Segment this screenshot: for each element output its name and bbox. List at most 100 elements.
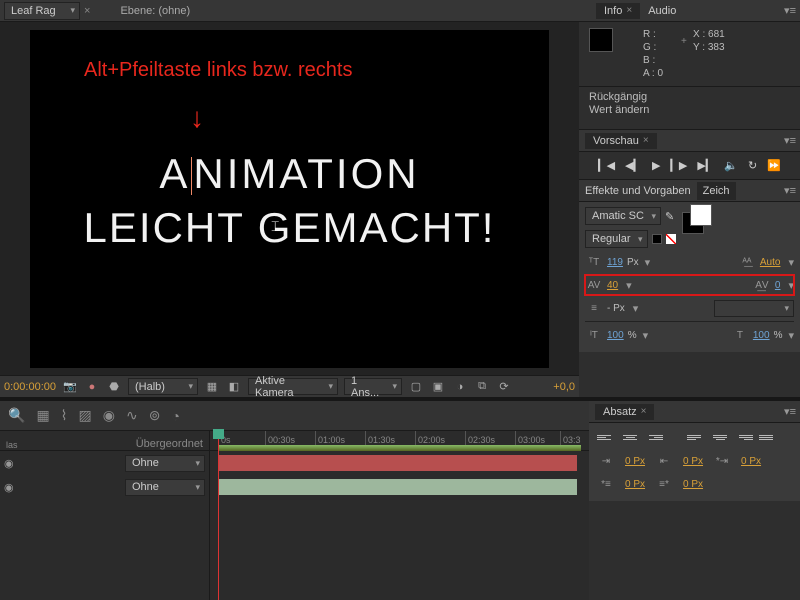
playhead[interactable] <box>218 431 219 600</box>
panel-menu-icon[interactable]: ▾≡ <box>780 4 796 16</box>
tracking-value[interactable]: 0 <box>775 280 781 291</box>
tab-effects-presets[interactable]: Effekte und Vorgaben <box>579 182 697 200</box>
ram-preview-icon[interactable]: ⏩ <box>767 159 781 172</box>
next-frame-icon[interactable]: ▎▶ <box>670 159 687 172</box>
leading-value[interactable]: Auto <box>760 257 781 268</box>
panel-menu-icon[interactable]: ▾≡ <box>780 184 796 196</box>
visibility-icon[interactable]: ◉ <box>4 457 16 470</box>
justify-left-icon[interactable] <box>687 429 705 445</box>
font-family-dropdown[interactable]: Amatic SC <box>585 207 661 225</box>
indent-right-icon: ⇤ <box>655 456 673 467</box>
camera-dropdown[interactable]: Aktive Kamera <box>248 378 338 395</box>
play-icon[interactable]: ▶ <box>652 159 660 172</box>
layer-bar[interactable] <box>218 455 577 471</box>
tl-frameblend-icon[interactable]: ▨ <box>79 407 92 424</box>
tab-close-icon[interactable]: × <box>84 5 90 17</box>
panel-menu-icon[interactable]: ▾≡ <box>780 134 796 146</box>
toggle-1-icon[interactable]: ▢ <box>408 379 424 395</box>
toggle-3-icon[interactable]: ◑ <box>452 379 468 395</box>
space-after-value[interactable]: 0 Px <box>683 479 703 490</box>
info-r: R : <box>643 28 663 41</box>
size-dropdown-icon[interactable]: ▾ <box>645 256 651 269</box>
tab-info[interactable]: Info× <box>596 3 640 19</box>
space-before-value[interactable]: 0 Px <box>625 479 645 490</box>
font-style-dropdown[interactable]: Regular <box>585 230 648 248</box>
color-swatches[interactable] <box>678 204 714 236</box>
panel-menu-icon[interactable]: ▾≡ <box>780 405 796 417</box>
stage-line-1: AANIMATIONNIMATION <box>30 150 549 198</box>
annotation-text: Alt+Pfeiltaste links bzw. rechts <box>84 59 352 82</box>
kerning-dropdown-icon[interactable]: ▾ <box>626 279 632 292</box>
tab-character[interactable]: Zeich <box>697 182 736 200</box>
indent-right-value[interactable]: 0 Px <box>683 456 703 467</box>
tracking-dropdown-icon[interactable]: ▾ <box>788 279 794 292</box>
magnification-dropdown[interactable]: (Halb) <box>128 378 198 395</box>
stage-text-layer[interactable]: AANIMATIONNIMATION LEICHT GEMACHT! <box>30 150 549 252</box>
comp-tab-dropdown[interactable]: Leaf Rag <box>4 2 80 20</box>
justify-center-icon[interactable] <box>711 429 729 445</box>
align-center-icon[interactable] <box>621 429 639 445</box>
visibility-icon[interactable]: ◉ <box>4 481 16 494</box>
tl-autokey-icon[interactable]: ◔ <box>171 408 179 424</box>
kerning-value[interactable]: 40 <box>607 280 618 291</box>
layer-none-label: Ebene: (ohne) <box>120 5 190 17</box>
tl-search-icon[interactable]: 🔍 <box>8 407 25 424</box>
timeline-layer-row[interactable]: ◉ Ohne <box>0 451 209 475</box>
crosshair-icon: + <box>681 35 687 48</box>
tl-shy-icon[interactable]: ⌇ <box>61 407 68 424</box>
current-timecode[interactable]: 0:00:00:00 <box>4 381 56 393</box>
grid-icon[interactable]: ▦ <box>204 379 220 395</box>
stroke-dropdown-icon[interactable]: ▾ <box>633 302 639 315</box>
layer-bar[interactable] <box>218 479 577 495</box>
toggle-2-icon[interactable]: ▣ <box>430 379 446 395</box>
first-frame-icon[interactable]: ▎◀ <box>598 159 615 172</box>
loop-icon[interactable]: ↻ <box>748 159 757 172</box>
indent-left-value[interactable]: 0 Px <box>625 456 645 467</box>
audio-icon[interactable]: 🔈 <box>724 159 738 172</box>
composition-stage[interactable]: Alt+Pfeiltaste links bzw. rechts ↓ AANIM… <box>30 30 549 368</box>
tl-graph-icon[interactable]: ∿ <box>126 407 138 424</box>
close-icon[interactable]: × <box>626 5 632 16</box>
mini-swatch-none[interactable] <box>666 234 676 244</box>
timeline-layer-row[interactable]: ◉ Ohne <box>0 475 209 499</box>
tab-preview[interactable]: Vorschau× <box>585 133 657 149</box>
justify-right-icon[interactable] <box>735 429 753 445</box>
mask-toggle-icon[interactable]: ◧ <box>226 379 242 395</box>
exposure-value[interactable]: +0,0 <box>553 381 575 393</box>
tab-paragraph[interactable]: Absatz× <box>595 404 654 420</box>
align-left-icon[interactable] <box>597 429 615 445</box>
views-dropdown[interactable]: 1 Ans... <box>344 378 402 395</box>
parent-dropdown[interactable]: Ohne <box>125 479 205 496</box>
tl-brainstorm-icon[interactable]: ⊚ <box>149 407 161 424</box>
indent-first-value[interactable]: 0 Px <box>741 456 761 467</box>
vscale-icon: ᴵT <box>585 330 603 341</box>
prev-frame-icon[interactable]: ◀▎ <box>625 159 642 172</box>
hscale-value[interactable]: 100 <box>753 330 770 341</box>
tl-comp-mini-icon[interactable]: ▦ <box>36 407 49 424</box>
leading-dropdown-icon[interactable]: ▾ <box>788 256 794 269</box>
vscale-value[interactable]: 100 <box>607 330 624 341</box>
info-b: B : <box>643 54 663 67</box>
justify-all-icon[interactable] <box>759 429 777 445</box>
text-cursor-icon: ⌶ <box>271 218 279 235</box>
mini-swatch-black[interactable] <box>652 234 662 244</box>
channel-icon[interactable]: ● <box>84 379 100 395</box>
stroke-style-dropdown[interactable] <box>714 300 794 317</box>
close-icon[interactable]: × <box>643 135 649 146</box>
align-right-icon[interactable] <box>645 429 663 445</box>
tl-motionblur-icon[interactable]: ◉ <box>103 407 115 424</box>
kerning-icon: AV <box>585 280 603 291</box>
close-icon[interactable]: × <box>641 406 647 417</box>
tab-audio[interactable]: Audio <box>640 3 684 19</box>
snapshot-icon[interactable]: 📷 <box>62 379 78 395</box>
font-size-value[interactable]: 119 <box>607 257 623 268</box>
last-frame-icon[interactable]: ▶▎ <box>697 159 714 172</box>
toggle-4-icon[interactable]: ⧉ <box>474 379 490 395</box>
color-mgmt-icon[interactable]: ⬣ <box>106 379 122 395</box>
undo-action: Wert ändern <box>589 104 790 117</box>
stroke-value[interactable]: - Px <box>607 303 625 314</box>
font-size-icon: ⁠ᵀT <box>585 257 603 268</box>
parent-dropdown[interactable]: Ohne <box>125 455 205 472</box>
toggle-5-icon[interactable]: ⟳ <box>496 379 512 395</box>
eyedropper-icon[interactable]: ✎ <box>665 210 674 223</box>
